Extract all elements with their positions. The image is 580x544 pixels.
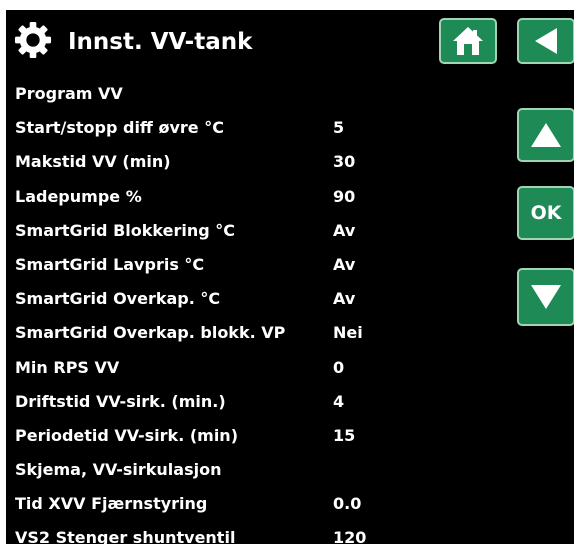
back-button[interactable]	[517, 18, 574, 64]
setting-label: SmartGrid Overkap. blokk. VP	[15, 323, 286, 343]
setting-value: 90	[333, 186, 356, 206]
settings-row-smartgrid-blokkering[interactable]: SmartGrid Blokkering °C Av	[15, 214, 515, 248]
home-button[interactable]	[439, 18, 497, 64]
setting-value: 5	[333, 118, 345, 138]
setting-value: 0.0	[333, 494, 362, 514]
settings-list: Program VV Start/stopp diff øvre °C 5 Ma…	[15, 77, 515, 544]
setting-value: 120	[333, 528, 367, 544]
setting-label: SmartGrid Overkap. °C	[15, 289, 221, 309]
setting-value: 0	[333, 357, 345, 377]
setting-label: Program VV	[15, 84, 123, 103]
setting-label: Ladepumpe %	[15, 186, 142, 206]
settings-row-ladepumpe[interactable]: Ladepumpe % 90	[15, 180, 515, 214]
setting-value: Nei	[333, 323, 363, 343]
settings-row-makstid-vv[interactable]: Makstid VV (min) 30	[15, 145, 515, 179]
scroll-up-button[interactable]	[517, 108, 574, 162]
setting-value: Av	[333, 254, 356, 274]
gear-icon[interactable]	[14, 21, 52, 59]
setting-label: Skjema, VV-sirkulasjon	[15, 460, 222, 480]
settings-row-skjema-vv-sirkulasjon[interactable]: Skjema, VV-sirkulasjon	[15, 453, 515, 487]
settings-row-driftstid-vv-sirk[interactable]: Driftstid VV-sirk. (min.) 4	[15, 385, 515, 419]
settings-row-smartgrid-overkap-blokk-vp[interactable]: SmartGrid Overkap. blokk. VP Nei	[15, 316, 515, 350]
settings-row-smartgrid-lavpris[interactable]: SmartGrid Lavpris °C Av	[15, 248, 515, 282]
settings-row-vs2-stenger-shuntventil[interactable]: VS2 Stenger shuntventil 120	[15, 521, 515, 544]
setting-value: 4	[333, 391, 345, 411]
settings-row-min-rps-vv[interactable]: Min RPS VV 0	[15, 351, 515, 385]
setting-label: SmartGrid Blokkering °C	[15, 220, 235, 240]
arrow-up-icon	[531, 123, 561, 147]
setting-value: 15	[333, 425, 356, 445]
setting-label: SmartGrid Lavpris °C	[15, 254, 205, 274]
settings-row-tid-xvv-fjaernstyring[interactable]: Tid XVV Fjærnstyring 0.0	[15, 487, 515, 521]
scroll-down-button[interactable]	[517, 268, 574, 326]
screen: Innst. VV-tank OK Program VV Start/stopp…	[0, 0, 580, 544]
settings-row-program-vv[interactable]: Program VV	[15, 77, 515, 111]
settings-row-start-stopp-diff[interactable]: Start/stopp diff øvre °C 5	[15, 111, 515, 145]
setting-label: Driftstid VV-sirk. (min.)	[15, 391, 226, 411]
ok-button[interactable]: OK	[517, 186, 574, 240]
setting-label: Tid XVV Fjærnstyring	[15, 494, 208, 514]
settings-row-periodetid-vv-sirk[interactable]: Periodetid VV-sirk. (min) 15	[15, 419, 515, 453]
setting-label: Start/stopp diff øvre °C	[15, 118, 224, 138]
setting-value: Av	[333, 289, 356, 309]
setting-label: Makstid VV (min)	[15, 152, 171, 172]
home-icon	[453, 27, 483, 55]
settings-row-smartgrid-overkap[interactable]: SmartGrid Overkap. °C Av	[15, 282, 515, 316]
arrow-down-icon	[531, 285, 561, 309]
back-arrow-icon	[535, 28, 557, 54]
setting-value: 30	[333, 152, 356, 172]
setting-label: VS2 Stenger shuntventil	[15, 528, 236, 544]
setting-label: Periodetid VV-sirk. (min)	[15, 425, 239, 445]
setting-value: Av	[333, 220, 356, 240]
display-panel: Innst. VV-tank OK Program VV Start/stopp…	[6, 10, 574, 544]
page-title: Innst. VV-tank	[68, 29, 253, 55]
setting-label: Min RPS VV	[15, 357, 120, 377]
ok-label: OK	[530, 202, 562, 224]
